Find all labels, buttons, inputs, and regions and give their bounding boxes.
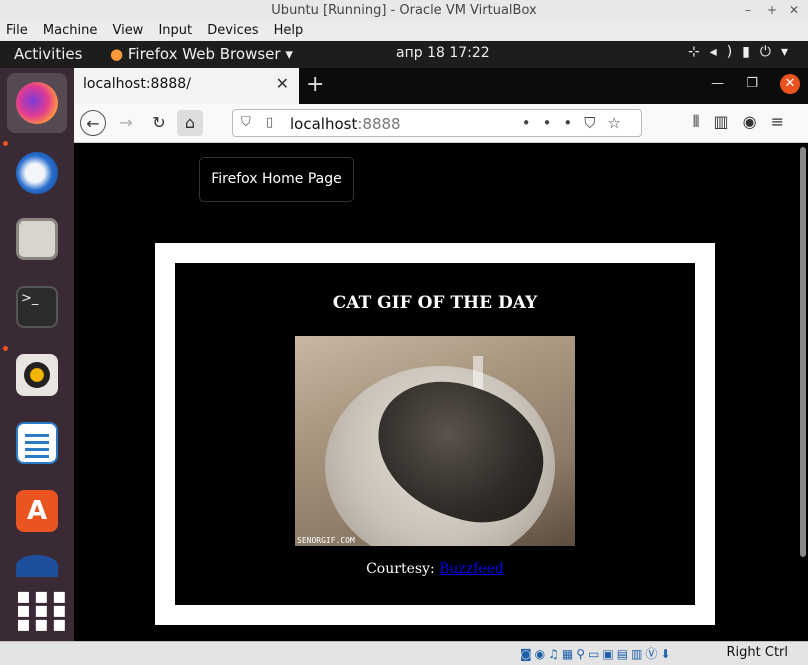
running-indicator <box>3 141 8 146</box>
page-actions-icon[interactable]: ••• <box>522 114 585 132</box>
network-adapter-icon[interactable]: ▦ <box>562 647 576 661</box>
menu-icon[interactable]: ≡ <box>771 112 798 131</box>
shared-folder-icon[interactable]: ▭ <box>588 647 602 661</box>
menu-machine[interactable]: Machine <box>37 21 102 38</box>
recording-icon[interactable]: ▤ <box>617 647 631 661</box>
firefox-small-icon: ● <box>110 45 124 63</box>
cpu-icon[interactable]: ▥ <box>631 647 645 661</box>
minimize-icon[interactable]: – <box>745 0 751 21</box>
tab-close-icon[interactable]: ✕ <box>276 74 289 93</box>
close-icon[interactable]: ✕ <box>789 0 799 21</box>
home-button[interactable]: ⌂ <box>177 110 203 136</box>
dock-terminal[interactable]: >_ <box>7 277 67 337</box>
app-menu[interactable]: ● Firefox Web Browser ▾ <box>110 45 293 63</box>
display-icon[interactable]: ▣ <box>602 647 616 661</box>
chevron-down-icon: ▾ <box>780 44 798 60</box>
bookmark-star-icon[interactable]: ☆ <box>608 114 633 132</box>
buzzfeed-link[interactable]: Buzzfeed <box>439 561 504 577</box>
firefox-window-controls: — ❐ ✕ <box>693 74 800 94</box>
arrow-down-icon[interactable]: ⬇ <box>660 647 673 661</box>
vbox-menubar: File Machine View Input Devices Help <box>0 21 808 41</box>
host-key: Right Ctrl <box>726 645 789 660</box>
activities-button[interactable]: Activities <box>14 45 82 63</box>
thunderbird-icon <box>16 152 58 194</box>
app-grid-icon: ▪▪▪ ▪▪▪ ▪▪▪ <box>16 584 70 637</box>
usb-icon[interactable]: ⚲ <box>576 647 588 661</box>
optical-icon[interactable]: ◉ <box>535 647 548 661</box>
back-button[interactable]: ← <box>80 110 106 136</box>
shield-icon[interactable]: ⛉ <box>241 115 251 130</box>
sidebar-icon[interactable]: ▥ <box>714 112 743 131</box>
battery-icon: ▮ <box>742 44 760 60</box>
tab-localhost[interactable]: localhost:8888/ ✕ <box>74 68 299 104</box>
cat-gif-image: SENORGIF.COM <box>295 336 575 546</box>
partial-app-icon <box>16 555 58 577</box>
firefox-home-page-button[interactable]: Firefox Home Page <box>199 157 354 202</box>
dock-partial-app[interactable] <box>7 546 67 577</box>
gif-card: CAT GIF OF THE DAY SENORGIF.COM Courtesy… <box>175 263 695 605</box>
writer-icon <box>16 422 58 464</box>
account-icon[interactable]: ◉ <box>743 112 771 131</box>
menu-file[interactable]: File <box>0 21 33 38</box>
dock: >_ A ▪▪▪ ▪▪▪ ▪▪▪ <box>0 68 74 641</box>
dock-files[interactable] <box>7 209 67 269</box>
hdd-icon[interactable]: ◙ <box>520 647 535 661</box>
url-bar[interactable]: ⛉ ▯ localhost:8888 •••⛉☆ <box>232 109 642 137</box>
system-tray[interactable]: ⊹◂)▮⏻▾ <box>688 44 798 60</box>
vbox-statusbar: ◙◉♫▦⚲▭▣▤▥Ⓥ⬇ Right Ctrl <box>0 641 808 665</box>
firefox-icon <box>16 82 58 124</box>
software-icon: A <box>16 490 58 532</box>
dock-writer[interactable] <box>7 413 67 473</box>
menu-input[interactable]: Input <box>152 21 197 38</box>
dock-firefox[interactable] <box>7 73 67 133</box>
ff-minimize-icon[interactable]: — <box>711 76 724 91</box>
courtesy-line: Courtesy: Buzzfeed <box>175 561 695 577</box>
library-icon[interactable]: ⫴ <box>693 112 714 131</box>
gnome-topbar: Activities ● Firefox Web Browser ▾ апр 1… <box>0 41 808 68</box>
vbox-device-icons[interactable]: ◙◉♫▦⚲▭▣▤▥Ⓥ⬇ <box>520 645 674 662</box>
courtesy-label: Courtesy: <box>366 561 435 577</box>
network-icon: ⊹ <box>687 44 710 60</box>
show-applications-button[interactable]: ▪▪▪ ▪▪▪ ▪▪▪ <box>7 578 67 638</box>
vbox-window-title: Ubuntu [Running] - Oracle VM VirtualBox <box>271 3 537 18</box>
ff-close-icon[interactable]: ✕ <box>780 74 800 94</box>
pocket-icon[interactable]: ⛉ <box>584 114 607 132</box>
maximize-icon[interactable]: + <box>767 0 777 21</box>
url-port: :8888 <box>357 115 401 133</box>
files-icon <box>16 218 58 260</box>
gif-watermark: SENORGIF.COM <box>297 536 355 545</box>
page-heading: CAT GIF OF THE DAY <box>332 293 538 313</box>
ff-restore-icon[interactable]: ❐ <box>746 76 758 91</box>
rhythmbox-icon <box>16 354 58 396</box>
menu-help[interactable]: Help <box>268 21 309 38</box>
vm-status-icon[interactable]: Ⓥ <box>645 647 660 661</box>
terminal-icon: >_ <box>16 286 58 328</box>
clock[interactable]: апр 18 17:22 <box>396 45 490 61</box>
forward-button[interactable]: → <box>113 110 139 136</box>
url-host: localhost <box>290 115 358 133</box>
tab-bar: localhost:8888/ ✕ + — ❐ ✕ <box>74 68 808 104</box>
navigation-toolbar: ← → ↻ ⌂ ⛉ ▯ localhost:8888 •••⛉☆ ⫴▥◉≡ <box>74 104 808 143</box>
dock-thunderbird[interactable] <box>7 143 67 203</box>
dock-rhythmbox[interactable] <box>7 345 67 405</box>
firefox-window: localhost:8888/ ✕ + — ❐ ✕ ← → ↻ ⌂ ⛉ ▯ lo… <box>74 68 808 641</box>
dropdown-triangle-icon: ▾ <box>285 45 293 63</box>
menu-devices[interactable]: Devices <box>201 21 263 38</box>
page-icon[interactable]: ▯ <box>266 115 273 130</box>
app-menu-label: Firefox Web Browser <box>127 45 281 63</box>
reload-button[interactable]: ↻ <box>146 110 172 136</box>
power-icon: ⏻ <box>759 44 781 60</box>
audio-icon[interactable]: ♫ <box>548 647 562 661</box>
guest-screen: Activities ● Firefox Web Browser ▾ апр 1… <box>0 41 808 641</box>
gif-frame: CAT GIF OF THE DAY SENORGIF.COM Courtesy… <box>155 243 715 625</box>
vbox-titlebar: Ubuntu [Running] - Oracle VM VirtualBox … <box>0 0 808 21</box>
dock-software[interactable]: A <box>7 481 67 541</box>
new-tab-button[interactable]: + <box>306 72 324 97</box>
volume-icon: ◂) <box>709 44 743 60</box>
scrollbar[interactable] <box>800 147 806 557</box>
page-content: Firefox Home Page CAT GIF OF THE DAY SEN… <box>74 143 808 641</box>
toolbar-right: ⫴▥◉≡ <box>693 112 798 132</box>
menu-view[interactable]: View <box>106 21 148 38</box>
tab-title: localhost:8888/ <box>83 76 191 92</box>
